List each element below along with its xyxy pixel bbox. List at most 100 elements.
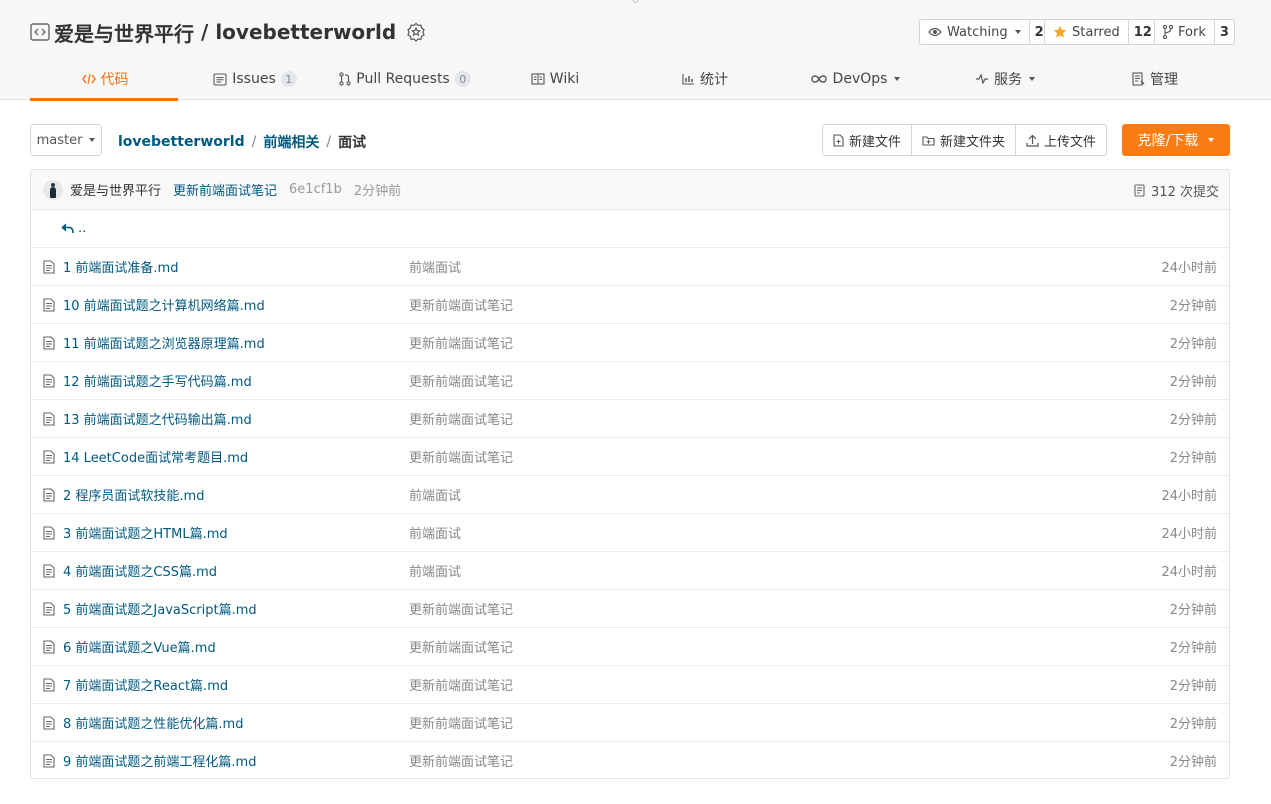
file-commit-message[interactable]: 更新前端面试笔记 (409, 704, 513, 741)
fork-button[interactable]: Fork (1155, 20, 1215, 44)
tab-wiki[interactable]: Wiki (480, 58, 630, 100)
tab-code[interactable]: 代码 (30, 58, 180, 101)
file-name-link[interactable]: 4 前端面试题之CSS篇.md (63, 552, 217, 589)
commit-author[interactable]: 爱是与世界平行 (70, 180, 161, 199)
table-row[interactable]: 3 前端面试题之HTML篇.md 前端面试 24小时前 (31, 514, 1229, 552)
file-commit-message[interactable]: 前端面试 (409, 514, 461, 551)
file-name-link[interactable]: 5 前端面试题之JavaScript篇.md (63, 590, 257, 627)
file-icon (43, 716, 55, 730)
table-row[interactable]: 8 前端面试题之性能优化篇.md 更新前端面试笔记 2分钟前 (31, 704, 1229, 742)
file-name-link[interactable]: 3 前端面试题之HTML篇.md (63, 514, 228, 551)
file-name-link[interactable]: 12 前端面试题之手写代码篇.md (63, 362, 252, 399)
file-time: 2分钟前 (1169, 413, 1217, 428)
table-row[interactable]: 12 前端面试题之手写代码篇.md 更新前端面试笔记 2分钟前 (31, 362, 1229, 400)
table-row[interactable]: 2 程序员面试软技能.md 前端面试 24小时前 (31, 476, 1229, 514)
fork-label: Fork (1178, 24, 1206, 40)
new-folder-label: 新建文件夹 (940, 134, 1006, 150)
new-folder-button[interactable]: 新建文件夹 (912, 125, 1017, 155)
file-icon (43, 526, 55, 540)
file-commit-message[interactable]: 更新前端面试笔记 (409, 628, 513, 665)
file-commit-message[interactable]: 前端面试 (409, 476, 461, 513)
file-name-link[interactable]: 8 前端面试题之性能优化篇.md (63, 704, 243, 741)
table-row[interactable]: 10 前端面试题之计算机网络篇.md 更新前端面试笔记 2分钟前 (31, 286, 1229, 324)
table-row[interactable]: 9 前端面试题之前端工程化篇.md 更新前端面试笔记 2分钟前 (31, 742, 1229, 778)
watch-button[interactable]: Watching (920, 20, 1030, 44)
file-commit-message[interactable]: 前端面试 (409, 552, 461, 589)
clone-download-button[interactable]: 克隆/下载 (1122, 124, 1230, 156)
file-time: 2分钟前 (1169, 641, 1217, 656)
star-button[interactable]: Starred (1045, 20, 1129, 44)
commit-count-link[interactable]: 312 次提交 (1134, 170, 1219, 210)
repo-owner-link[interactable]: 爱是与世界平行 (54, 18, 194, 47)
tab-manage[interactable]: 管理 (1080, 58, 1230, 100)
file-time: 2分钟前 (1169, 451, 1217, 466)
tab-issues[interactable]: Issues 1 (180, 58, 330, 100)
file-time: 2分钟前 (1169, 603, 1217, 618)
chevron-down-icon (1208, 138, 1215, 142)
tab-label: 管理 (1150, 72, 1178, 88)
file-time: 24小时前 (1161, 489, 1217, 504)
table-row[interactable]: 13 前端面试题之代码输出篇.md 更新前端面试笔记 2分钟前 (31, 400, 1229, 438)
file-commit-message[interactable]: 更新前端面试笔记 (409, 438, 513, 475)
star-count[interactable]: 12 (1129, 20, 1157, 44)
table-row[interactable]: 11 前端面试题之浏览器原理篇.md 更新前端面试笔记 2分钟前 (31, 324, 1229, 362)
file-time: 24小时前 (1161, 261, 1217, 276)
fork-count[interactable]: 3 (1215, 20, 1234, 44)
chevron-down-icon (894, 77, 901, 81)
commit-hash[interactable]: 6e1cf1b (289, 182, 342, 197)
watch-button-group: Watching 2 (919, 19, 1050, 45)
file-name-link[interactable]: 9 前端面试题之前端工程化篇.md (63, 742, 256, 778)
table-row[interactable]: 6 前端面试题之Vue篇.md 更新前端面试笔记 2分钟前 (31, 628, 1229, 666)
file-name-link[interactable]: 10 前端面试题之计算机网络篇.md (63, 286, 265, 323)
file-commit-message[interactable]: 更新前端面试笔记 (409, 742, 513, 778)
file-name-link[interactable]: 6 前端面试题之Vue篇.md (63, 628, 216, 665)
breadcrumb-folder[interactable]: 前端相关 (263, 132, 319, 152)
upload-icon (1026, 134, 1039, 147)
file-commit-message[interactable]: 更新前端面试笔记 (409, 362, 513, 399)
clone-label: 克隆/下载 (1137, 133, 1199, 149)
table-row[interactable]: 1 前端面试准备.md 前端面试 24小时前 (31, 248, 1229, 286)
tab-services[interactable]: 服务 (930, 58, 1080, 100)
parent-directory-link[interactable]: .. (78, 221, 86, 236)
parent-directory-row[interactable]: .. (31, 210, 1229, 248)
file-commit-message[interactable]: 前端面试 (409, 248, 461, 285)
table-row[interactable]: 4 前端面试题之CSS篇.md 前端面试 24小时前 (31, 552, 1229, 590)
eye-icon (928, 27, 942, 37)
tab-devops[interactable]: DevOps (780, 58, 930, 100)
table-row[interactable]: 14 LeetCode面试常考题目.md 更新前端面试笔记 2分钟前 (31, 438, 1229, 476)
recommend-badge-icon[interactable] (406, 22, 426, 42)
table-row[interactable]: 5 前端面试题之JavaScript篇.md 更新前端面试笔记 2分钟前 (31, 590, 1229, 628)
branch-selector[interactable]: master (30, 124, 102, 156)
fork-button-group: Fork 3 (1154, 19, 1235, 45)
infinity-icon (810, 74, 828, 84)
file-commit-message[interactable]: 更新前端面试笔记 (409, 400, 513, 437)
file-name-link[interactable]: 2 程序员面试软技能.md (63, 476, 204, 513)
tab-stats[interactable]: 统计 (630, 58, 780, 100)
file-commit-message[interactable]: 更新前端面试笔记 (409, 286, 513, 323)
file-commit-message[interactable]: 更新前端面试笔记 (409, 324, 513, 361)
breadcrumb-separator: / (251, 134, 257, 150)
file-commit-message[interactable]: 更新前端面试笔记 (409, 666, 513, 703)
file-time: 2分钟前 (1169, 679, 1217, 694)
star-button-group: Starred 12 (1044, 19, 1158, 45)
pull-requests-count-badge: 0 (454, 71, 471, 87)
tab-pull-requests[interactable]: Pull Requests 0 (330, 58, 480, 100)
upload-file-button[interactable]: 上传文件 (1016, 125, 1106, 155)
breadcrumb-repo[interactable]: lovebetterworld (118, 134, 245, 150)
table-row[interactable]: 7 前端面试题之React篇.md 更新前端面试笔记 2分钟前 (31, 666, 1229, 704)
wiki-icon (531, 73, 545, 85)
repo-name-link[interactable]: lovebetterworld (215, 20, 396, 44)
new-file-icon (833, 133, 844, 147)
file-name-link[interactable]: 1 前端面试准备.md (63, 248, 178, 285)
file-commit-message[interactable]: 更新前端面试笔记 (409, 590, 513, 627)
commit-message[interactable]: 更新前端面试笔记 (173, 180, 277, 199)
avatar[interactable] (43, 179, 63, 200)
file-icon (43, 602, 55, 616)
file-name-link[interactable]: 14 LeetCode面试常考题目.md (63, 438, 248, 475)
commit-total: 312 次提交 (1151, 184, 1219, 200)
new-file-button[interactable]: 新建文件 (823, 125, 913, 155)
latest-commit-bar: 爱是与世界平行 更新前端面试笔记 6e1cf1b 2分钟前 312 次提交 (31, 170, 1229, 210)
file-name-link[interactable]: 7 前端面试题之React篇.md (63, 666, 228, 703)
file-name-link[interactable]: 11 前端面试题之浏览器原理篇.md (63, 324, 265, 361)
file-name-link[interactable]: 13 前端面试题之代码输出篇.md (63, 400, 252, 437)
